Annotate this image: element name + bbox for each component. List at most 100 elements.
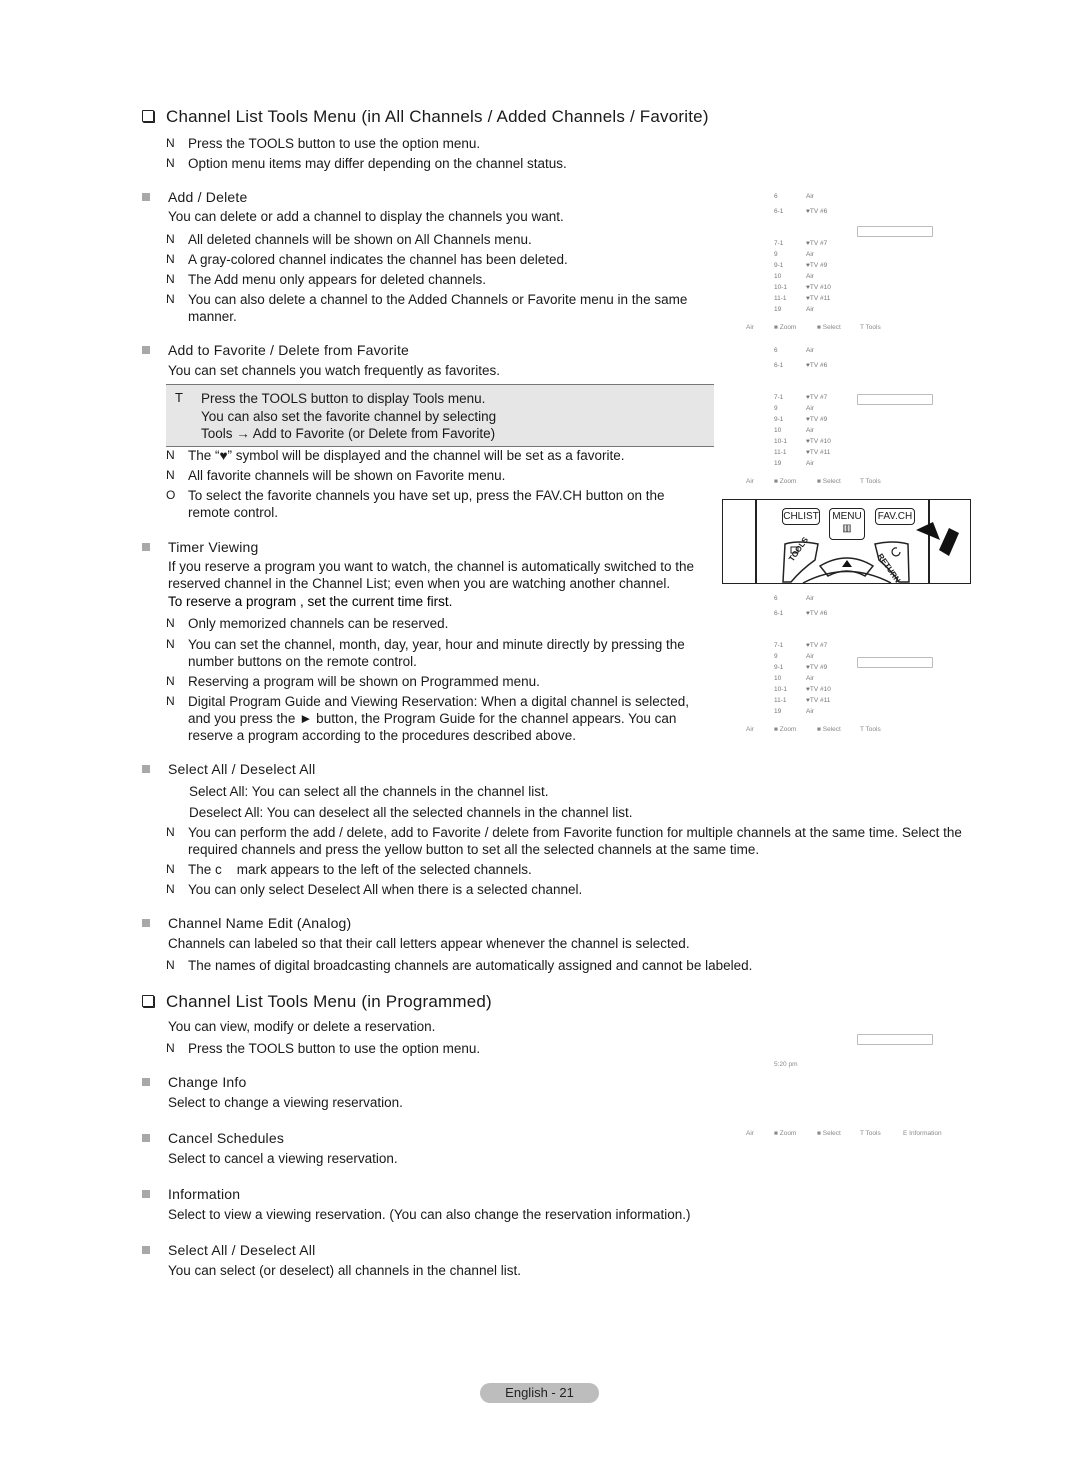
channel-name: Air [806,653,814,660]
channel-number: 11-1 [774,295,787,302]
remote-control-illustration: CHLIST MENU ▥ FAV.CH TOOLS RETURN [722,499,971,584]
legend-item: Air [746,478,754,485]
note-item: N You can only select Deselect All when t… [166,881,582,898]
heading-information: Information [142,1186,240,1202]
channel-list-screen: 6 Air 6-1 ♥TV #6 7-1 ♥TV #7 9 Air 9-1 ♥TV #9 10 Air… [742,347,962,487]
heading-text: Timer Viewing [168,539,259,555]
note-text: The c mark appears to the left of the se… [188,862,532,877]
note-item: N The Add menu only appears for deleted c… [166,271,486,288]
channel-number: 6-1 [774,610,784,617]
channel-number: 11-1 [774,697,787,704]
checkbox-bullet-icon [142,110,154,122]
checkbox-bullet-icon [142,995,154,1007]
channel-name: Air [806,405,814,412]
note-marker: N [166,694,175,708]
legend-item: ■ Select [817,324,841,331]
note-item: N You can perform the add / delete, add t… [166,824,966,858]
tools-marker: T [175,390,183,405]
channel-number: 10-1 [774,686,788,693]
channel-name: ♥TV #6 [806,208,828,215]
screen-input-box [857,657,933,668]
square-bullet-icon [142,346,150,354]
channel-number: 11-1 [774,449,787,456]
note-marker: N [166,232,175,246]
channel-name: Air [806,675,814,682]
channel-name: Air [806,193,814,200]
legend-item: ■ Zoom [774,726,797,733]
note-text: All deleted channels will be shown on Al… [188,232,532,247]
note-item: N A gray-colored channel indicates the ch… [166,251,568,268]
heading-change-info: Change Info [142,1074,246,1090]
note-marker: O [166,488,176,502]
channel-name: ♥TV #10 [806,438,831,445]
note-text: Digital Program Guide and Viewing Reserv… [188,694,690,743]
note-item: N The “♥” symbol will be displayed and th… [166,447,624,464]
channel-name: Air [806,251,814,258]
section-title-text: Channel List Tools Menu (in All Channels… [166,107,709,126]
note-marker: N [166,637,175,651]
note-item: N Press the TOOLS button to use the optio… [166,1040,480,1057]
body-text: Deselect All: You can deselect all the s… [189,805,633,820]
note-item: N All deleted channels will be shown on A… [166,231,532,248]
channel-name: Air [806,306,814,313]
heading-text: Channel Name Edit (Analog) [168,915,352,931]
legend-item: Air [746,726,754,733]
section-title-programmed: Channel List Tools Menu (in Programmed) [142,992,492,1012]
channel-number: 10 [774,675,782,682]
note-marker: N [166,252,175,266]
square-bullet-icon [142,1246,150,1254]
channel-number: 19 [774,460,782,467]
note-text: All favorite channels will be shown on F… [188,468,506,483]
body-text: You can select (or deselect) all channel… [168,1263,521,1278]
note-item: N Digital Program Guide and Viewing Reser… [166,693,711,744]
channel-name: Air [806,273,814,280]
heading-text: Information [168,1186,241,1202]
channel-name: ♥TV #7 [806,394,828,401]
heading-timer-viewing: Timer Viewing [142,539,259,555]
note-text: You can set the channel, month, day, yea… [188,637,685,669]
heading-select-all: Select All / Deselect All [142,761,315,777]
legend-tools: T Tools [860,1130,881,1137]
heading-channel-name-edit: Channel Name Edit (Analog) [142,915,351,931]
channel-number: 6 [774,595,778,602]
legend-item: Air [746,324,754,331]
square-bullet-icon [142,765,150,773]
channel-name: Air [806,708,814,715]
channel-name: ♥TV #6 [806,362,828,369]
channel-number: 7-1 [774,642,784,649]
square-bullet-icon [142,1190,150,1198]
note-item: N Only memorized channels can be reserved… [166,615,448,632]
heading-text: Select All / Deselect All [168,1242,316,1258]
legend-item: T Tools [860,726,881,733]
note-item: N You can also delete a channel to the Ad… [166,291,716,325]
channel-name: ♥TV #10 [806,686,831,693]
heading-text: Select All / Deselect All [168,761,316,777]
note-marker: N [166,616,175,630]
note-marker: N [166,674,175,688]
legend-item: ■ Zoom [774,478,797,485]
legend-air: Air [746,1130,754,1137]
note-marker: N [166,1041,175,1055]
legend-item: T Tools [860,324,881,331]
note-item: N Press the TOOLS button to use the optio… [166,135,480,152]
heading-text: Add to Favorite / Delete from Favorite [168,342,410,358]
channel-number: 9 [774,653,778,660]
channel-number: 10-1 [774,438,788,445]
heading-select-all-programmed: Select All / Deselect All [142,1242,315,1258]
note-text: Reserving a program will be shown on Pro… [188,674,540,689]
body-bold-text: To reserve a program , set the current t… [168,594,453,609]
square-bullet-icon [142,193,150,201]
channel-number: 10 [774,427,782,434]
body-text: Select All: You can select all the chann… [189,784,549,799]
heading-text: Add / Delete [168,189,248,205]
square-bullet-icon [142,919,150,927]
note-text: To select the favorite channels you have… [188,488,665,520]
channel-number: 19 [774,708,782,715]
section-title-channel-list-tools: Channel List Tools Menu (in All Channels… [142,107,709,127]
heading-cancel-schedules: Cancel Schedules [142,1130,284,1146]
note-marker: N [166,882,175,896]
heading-add-delete: Add / Delete [142,189,247,205]
tip-line: Press the TOOLS button to display Tools … [201,391,486,406]
channel-name: ♥TV #9 [806,416,828,423]
legend-item: ■ Zoom [774,324,797,331]
